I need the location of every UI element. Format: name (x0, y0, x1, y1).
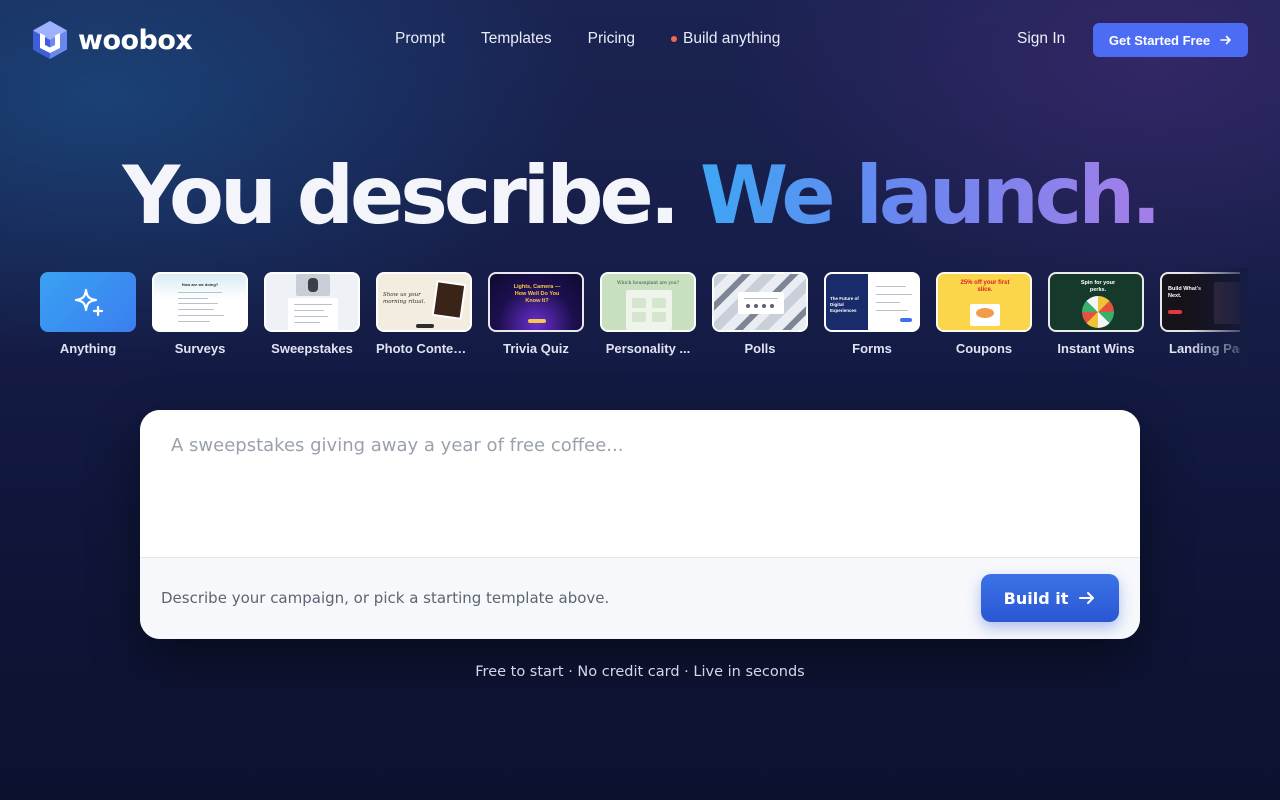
template-surveys[interactable]: How are we doing? Surveys (152, 272, 248, 356)
template-thumb (40, 272, 136, 332)
personality-preview-text: Which houseplant are you? (617, 281, 679, 286)
build-it-label: Build it (1003, 588, 1069, 608)
template-label: Landing Pag (1169, 341, 1240, 356)
template-strip: Anything How are we doing? Surveys Sweep… (40, 272, 1240, 364)
template-landing-pages[interactable]: Build What's Next. Landing Pag (1160, 272, 1240, 356)
nav-link-prompt[interactable]: Prompt (395, 30, 445, 48)
woobox-logo-icon (33, 21, 67, 59)
template-label: Polls (744, 341, 776, 356)
top-nav: woobox Prompt Templates Pricing Build an… (0, 0, 1280, 80)
build-it-button[interactable]: Build it (981, 574, 1119, 622)
coupons-preview-text: 25% off your first slice. (960, 280, 1010, 293)
template-anything[interactable]: Anything (40, 272, 136, 356)
template-personality[interactable]: Which houseplant are you? Personality ..… (600, 272, 696, 356)
template-label: Trivia Quiz (503, 341, 569, 356)
trivia-preview-text: Lights, Camera — How Well Do You Know It… (513, 284, 561, 304)
nav-links: Prompt Templates Pricing Build anything (395, 30, 816, 48)
template-instant-wins[interactable]: Spin for your perks. Instant Wins (1048, 272, 1144, 356)
survey-preview-title: How are we doing? (181, 282, 219, 287)
template-thumb (712, 272, 808, 332)
template-thumb: 25% off your first slice. (936, 272, 1032, 332)
logo[interactable]: woobox (32, 20, 193, 60)
arrow-right-icon (1079, 592, 1095, 604)
template-coupons[interactable]: 25% off your first slice. Coupons (936, 272, 1032, 356)
template-photo-contests[interactable]: Show us your morning ritual. Photo Conte… (376, 272, 472, 356)
nav-link-build-anything-label: Build anything (683, 30, 781, 47)
nav-link-pricing[interactable]: Pricing (588, 30, 635, 48)
template-thumb: Show us your morning ritual. (376, 272, 472, 332)
template-label: Forms (852, 341, 892, 356)
photo-preview-text: Show us your morning ritual. (383, 292, 426, 305)
template-thumb: The Future of Digital Experiences (824, 272, 920, 332)
sign-in-link[interactable]: Sign In (1017, 30, 1065, 48)
arrow-right-icon (1220, 35, 1231, 45)
template-thumb: Build What's Next. (1160, 272, 1240, 332)
composer-hint: Describe your campaign, or pick a starti… (161, 589, 610, 607)
template-label: Photo Contests (376, 341, 472, 356)
template-trivia-quiz[interactable]: Lights, Camera — How Well Do You Know It… (488, 272, 584, 356)
template-label: Coupons (955, 341, 1013, 356)
template-label: Surveys (174, 341, 226, 356)
get-started-label: Get Started Free (1108, 32, 1211, 48)
footnote: Free to start · No credit card · Live in… (475, 664, 805, 680)
forms-preview-text: The Future of Digital Experiences (830, 296, 859, 313)
get-started-button[interactable]: Get Started Free (1093, 23, 1248, 57)
hero-part-2: We launch. (699, 149, 1162, 242)
template-polls[interactable]: Polls (712, 272, 808, 356)
landing-preview-text: Build What's Next. (1168, 286, 1202, 299)
template-thumb: Spin for your perks. (1048, 272, 1144, 332)
prompt-composer: Describe your campaign, or pick a starti… (140, 410, 1140, 639)
template-thumb: Which houseplant are you? (600, 272, 696, 332)
prompt-input[interactable] (140, 410, 1140, 557)
template-sweepstakes[interactable]: Sweepstakes (264, 272, 360, 356)
template-thumb (264, 272, 360, 332)
template-label: Anything (59, 341, 117, 356)
nav-link-build-anything[interactable]: Build anything (671, 30, 780, 48)
template-thumb: Lights, Camera — How Well Do You Know It… (488, 272, 584, 332)
hero-part-1: You describe. (122, 149, 680, 242)
hero-headline: You describe. We launch. (0, 150, 1280, 242)
template-forms[interactable]: The Future of Digital Experiences Forms (824, 272, 920, 356)
template-label: Sweepstakes (271, 341, 353, 356)
composer-footer: Describe your campaign, or pick a starti… (140, 557, 1140, 639)
sparkle-icon (74, 288, 104, 317)
brand-name: woobox (78, 24, 193, 56)
new-dot-icon (671, 36, 678, 42)
instant-wins-preview-text: Spin for your perks. (1080, 280, 1116, 293)
nav-link-templates[interactable]: Templates (481, 30, 552, 48)
template-thumb: How are we doing? (152, 272, 248, 332)
template-label: Instant Wins (1057, 341, 1135, 356)
template-label: Personality ... (605, 341, 691, 356)
